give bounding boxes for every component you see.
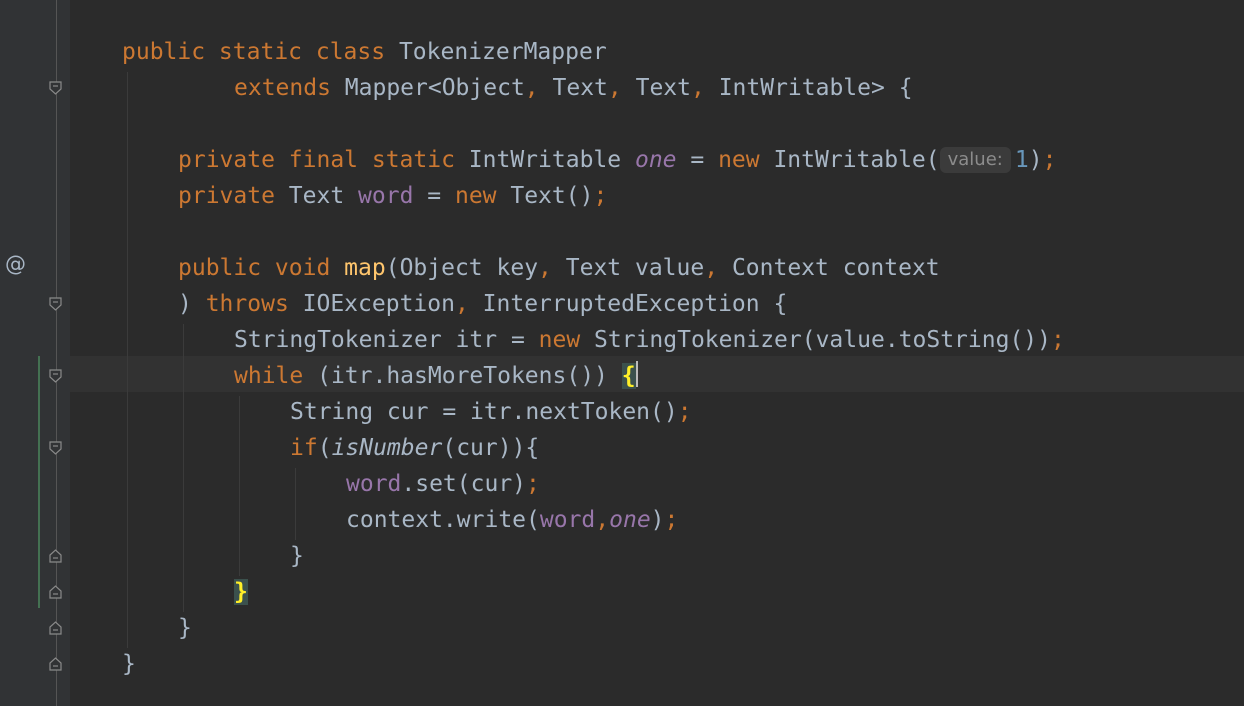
operator: = [676, 147, 719, 173]
static-field: one [609, 507, 651, 533]
semicolon: ; [593, 183, 608, 209]
number-literal: 1 [1014, 147, 1029, 173]
method-call: .set(cur) [401, 471, 527, 497]
closing-brace: } [122, 651, 136, 677]
constructor-call: Text() [510, 183, 594, 209]
code-line-throws[interactable]: ) throws IOException, InterruptedExcepti… [178, 286, 787, 322]
semicolon: ; [664, 507, 679, 533]
type-name: IntWritable [468, 147, 635, 173]
parameter: Text value [565, 255, 705, 281]
editor-gutter[interactable] [0, 0, 70, 706]
code-line-tokenizer[interactable]: StringTokenizer itr = new StringTokenize… [234, 322, 1065, 358]
code-line-if-close[interactable]: } [290, 538, 304, 574]
comma: , [690, 75, 719, 101]
code-line-while-close[interactable]: } [234, 574, 248, 610]
keyword: extends [234, 75, 345, 101]
constructor-call: IntWritable( [773, 147, 940, 173]
code-line-context-write[interactable]: context.write(word,one); [346, 502, 678, 538]
code-line-class-close[interactable]: } [122, 646, 136, 682]
code-line-map-signature[interactable]: public void map(Object key, Text value, … [178, 250, 940, 286]
paren: ( [317, 435, 332, 461]
code-line-field-one[interactable]: private final static IntWritable one = n… [178, 142, 1056, 178]
indent-guide [295, 468, 296, 540]
code-line-word-set[interactable]: word.set(cur); [346, 466, 540, 502]
keyword: new [454, 183, 511, 209]
text-caret [635, 361, 638, 387]
comma: , [538, 255, 566, 281]
type-name: Text [635, 75, 691, 101]
fold-collapse-icon[interactable] [49, 441, 62, 456]
fold-end-icon[interactable] [49, 584, 62, 599]
exception-type: IOException [302, 291, 455, 317]
comma: , [607, 75, 636, 101]
condition: (itr.hasMoreTokens()) [317, 363, 622, 389]
fold-end-icon[interactable] [49, 620, 62, 635]
keyword: public void [178, 255, 345, 281]
exception-type: InterruptedException { [482, 291, 788, 317]
code-line-class-declaration[interactable]: public static class TokenizerMapper [122, 34, 607, 70]
parameter: Context context [731, 255, 940, 281]
field: word [346, 471, 402, 497]
operator: = [413, 183, 455, 209]
semicolon: ; [526, 471, 540, 497]
code-editor[interactable]: @ public static class TokenizerMapper ex… [0, 0, 1244, 706]
code-line-while[interactable]: while (itr.hasMoreTokens()) { [234, 358, 638, 394]
fold-collapse-icon[interactable] [49, 297, 62, 312]
comma: , [524, 75, 553, 101]
parameter: (Object key [385, 255, 539, 281]
keyword: if [290, 435, 318, 461]
code-line-extends[interactable]: extends Mapper<Object, Text, Text, IntWr… [234, 70, 913, 106]
constructor-call: StringTokenizer(value.toString()) [594, 327, 1051, 353]
code-line-method-close[interactable]: } [178, 610, 192, 646]
override-method-icon[interactable]: @ [5, 252, 26, 276]
code-line-if[interactable]: if(isNumber(cur)){ [290, 430, 539, 466]
fold-end-icon[interactable] [49, 656, 62, 671]
keyword: while [234, 363, 318, 389]
static-field: one [634, 147, 677, 173]
fold-end-icon[interactable] [49, 548, 62, 563]
type-name: Text [288, 183, 359, 209]
closing-brace: } [178, 615, 192, 641]
indent-guide [183, 324, 184, 612]
semicolon: ; [1042, 147, 1057, 173]
keyword: public static class [122, 39, 399, 65]
closing-brace: } [290, 543, 304, 569]
comma: , [704, 255, 732, 281]
type-name: IntWritable> { [718, 75, 913, 101]
statement: String cur = itr.nextToken() [290, 399, 678, 425]
parameter-hint: value: [939, 147, 1011, 173]
fold-collapse-icon[interactable] [49, 369, 62, 384]
vcs-change-marker[interactable] [38, 356, 40, 608]
field: word [539, 507, 596, 533]
keyword: private [178, 183, 289, 209]
paren: ) [1028, 147, 1043, 173]
indent-guide [127, 72, 128, 648]
matched-brace: } [234, 579, 248, 605]
comma: , [454, 291, 483, 317]
type-name: Mapper<Object [344, 75, 525, 101]
fold-collapse-icon[interactable] [49, 81, 62, 96]
static-method-call: isNumber [331, 435, 443, 461]
method-call: context.write( [346, 507, 540, 533]
field: word [358, 183, 414, 209]
method-name: map [344, 255, 386, 281]
paren: ) [178, 291, 206, 317]
gutter-divider [56, 0, 57, 706]
semicolon: ; [677, 399, 692, 425]
condition: (cur)){ [442, 435, 540, 461]
declaration: StringTokenizer itr = [234, 327, 539, 353]
class-name: TokenizerMapper [398, 39, 607, 65]
keyword: new [718, 147, 774, 173]
semicolon: ; [1051, 327, 1065, 353]
paren: ) [650, 507, 665, 533]
indent-guide [239, 396, 240, 576]
comma: , [595, 507, 610, 533]
keyword: throws [205, 291, 303, 317]
matched-brace: { [621, 363, 636, 389]
code-line-field-word[interactable]: private Text word = new Text(); [178, 178, 607, 214]
code-line-next-token[interactable]: String cur = itr.nextToken(); [290, 394, 692, 430]
keyword: new [538, 327, 595, 353]
keyword: private final static [178, 147, 469, 173]
type-name: Text [552, 75, 608, 101]
